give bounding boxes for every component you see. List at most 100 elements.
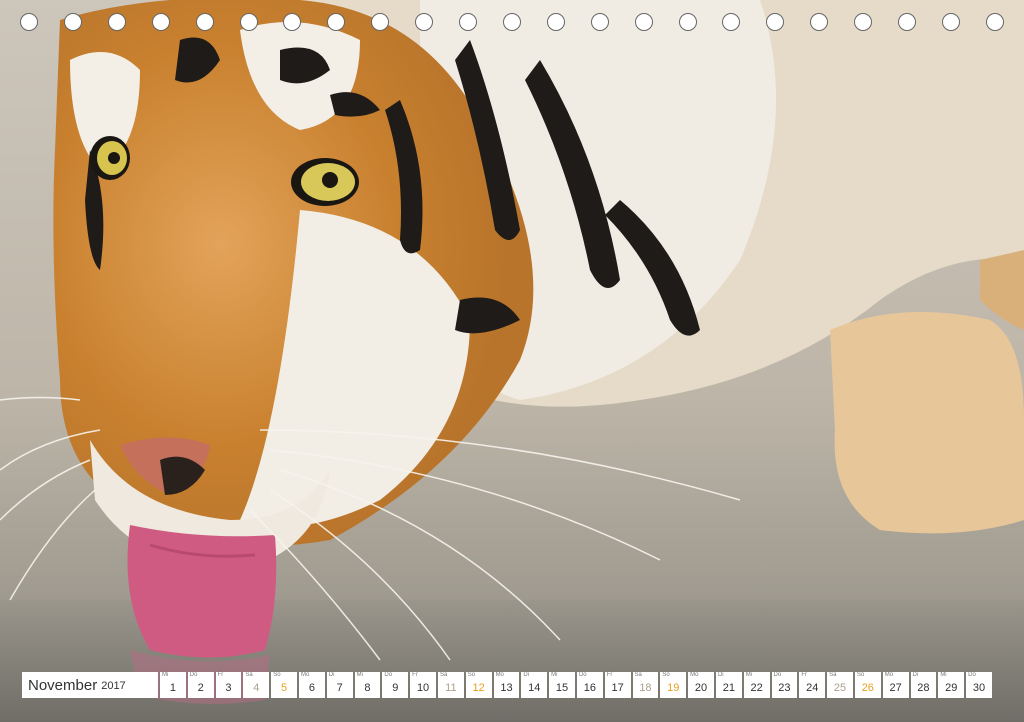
weekday-label: Mi xyxy=(162,672,169,678)
binding-hole xyxy=(722,13,741,31)
weekday-label: So xyxy=(662,672,670,678)
month-year: 2017 xyxy=(101,680,126,692)
binding-hole xyxy=(107,13,126,31)
day-number: 5 xyxy=(281,682,288,694)
day-cell-3: Fr 3 xyxy=(215,672,242,698)
weekday-label: So xyxy=(467,672,476,678)
day-number: 14 xyxy=(528,682,541,694)
weekday-label: Sa xyxy=(829,672,837,678)
binding-hole xyxy=(898,13,916,31)
day-number: 12 xyxy=(472,682,485,694)
day-number: 29 xyxy=(945,682,958,694)
binding-hole xyxy=(590,13,609,31)
day-number: 18 xyxy=(639,682,652,694)
day-cell-25: Sa 25 xyxy=(827,672,853,698)
weekday-label: So xyxy=(856,672,865,678)
weekday-label: Di xyxy=(328,672,335,678)
weekday-label: Mo xyxy=(884,672,894,678)
binding-hole xyxy=(327,13,346,31)
day-cell-17: Fr 17 xyxy=(604,672,631,698)
weekday-label: Do xyxy=(384,672,393,678)
tiger-photo xyxy=(0,0,1024,722)
day-cell-29: Mi 29 xyxy=(938,672,965,698)
weekday-label: Mi xyxy=(940,672,947,678)
weekday-label: Do xyxy=(189,672,198,678)
day-cell-26: So 26 xyxy=(854,672,881,698)
binding-hole xyxy=(854,13,873,31)
day-cell-23: Do 23 xyxy=(771,672,798,698)
day-cell-7: Di 7 xyxy=(326,672,353,698)
day-number: 1 xyxy=(169,682,176,694)
binding-hole xyxy=(459,13,477,31)
day-number: 27 xyxy=(889,682,902,694)
day-cell-1: Mi 1 xyxy=(160,672,186,698)
day-cell-19: So 19 xyxy=(660,672,687,698)
day-cell-27: Mo 27 xyxy=(882,672,909,698)
binding-hole xyxy=(678,13,697,31)
binding-hole xyxy=(985,13,1004,31)
day-cell-13: Mo 13 xyxy=(493,672,520,698)
binding-hole xyxy=(766,13,785,31)
day-number: 9 xyxy=(392,682,399,694)
day-cell-15: Mi 15 xyxy=(549,672,575,698)
day-cell-16: Do 16 xyxy=(576,672,603,698)
weekday-label: Mo xyxy=(300,672,310,678)
binding-hole xyxy=(371,13,390,31)
day-cell-20: Mo 20 xyxy=(688,672,714,698)
day-number: 2 xyxy=(197,682,204,694)
weekday-label: Mi xyxy=(745,672,753,678)
binding-hole xyxy=(634,13,653,31)
day-number: 26 xyxy=(861,682,874,694)
weekday-label: Di xyxy=(523,672,530,678)
day-cell-8: Mi 8 xyxy=(354,672,381,698)
day-cell-11: Sa 11 xyxy=(437,672,464,698)
day-cell-28: Di 28 xyxy=(910,672,937,698)
day-number: 22 xyxy=(750,682,763,694)
weekday-label: Mi xyxy=(551,672,558,678)
weekday-label: Fr xyxy=(606,672,613,678)
day-number: 23 xyxy=(778,682,791,694)
binding-hole xyxy=(283,13,302,31)
weekday-label: Mo xyxy=(690,672,699,678)
binding-hole xyxy=(941,13,960,31)
binding-hole xyxy=(20,13,38,31)
day-cell-18: Sa 18 xyxy=(632,672,659,698)
weekday-label: Di xyxy=(717,672,724,678)
binding-hole xyxy=(239,13,258,31)
day-cell-22: Mi 22 xyxy=(743,672,770,698)
day-cell-5: So 5 xyxy=(271,672,297,698)
day-number: 3 xyxy=(225,682,232,694)
day-number: 7 xyxy=(336,682,343,694)
weekday-label: Fr xyxy=(217,672,224,678)
day-cell-12: So 12 xyxy=(465,672,492,698)
month-name: November xyxy=(28,676,98,694)
day-number: 19 xyxy=(667,682,680,694)
day-number: 28 xyxy=(917,682,930,694)
weekday-label: Di xyxy=(912,672,919,678)
binding-hole xyxy=(63,13,82,31)
binding-hole xyxy=(195,13,214,31)
weekday-label: So xyxy=(273,672,281,678)
day-number: 13 xyxy=(500,682,513,694)
weekday-label: Fr xyxy=(412,672,418,678)
day-number: 30 xyxy=(972,682,986,694)
day-number: 10 xyxy=(416,682,430,694)
binding-hole xyxy=(546,13,565,31)
day-cell-4: Sa 4 xyxy=(243,672,270,698)
binding-holes xyxy=(0,0,1024,40)
weekday-label: Sa xyxy=(245,672,253,678)
weekday-label: Do xyxy=(773,672,782,678)
weekday-label: Do xyxy=(578,672,587,678)
day-number: 8 xyxy=(364,682,371,694)
day-cell-14: Di 14 xyxy=(521,672,548,698)
binding-hole xyxy=(810,13,829,31)
day-number: 4 xyxy=(253,682,260,694)
day-cell-10: Fr 10 xyxy=(410,672,436,698)
day-number: 20 xyxy=(694,682,708,694)
day-cell-6: Mo 6 xyxy=(298,672,325,698)
day-number: 24 xyxy=(806,682,819,694)
day-cell-30: Do 30 xyxy=(966,672,992,698)
weekday-label: Sa xyxy=(439,672,448,678)
weekday-label: Sa xyxy=(634,672,642,678)
day-cell-21: Di 21 xyxy=(715,672,742,698)
